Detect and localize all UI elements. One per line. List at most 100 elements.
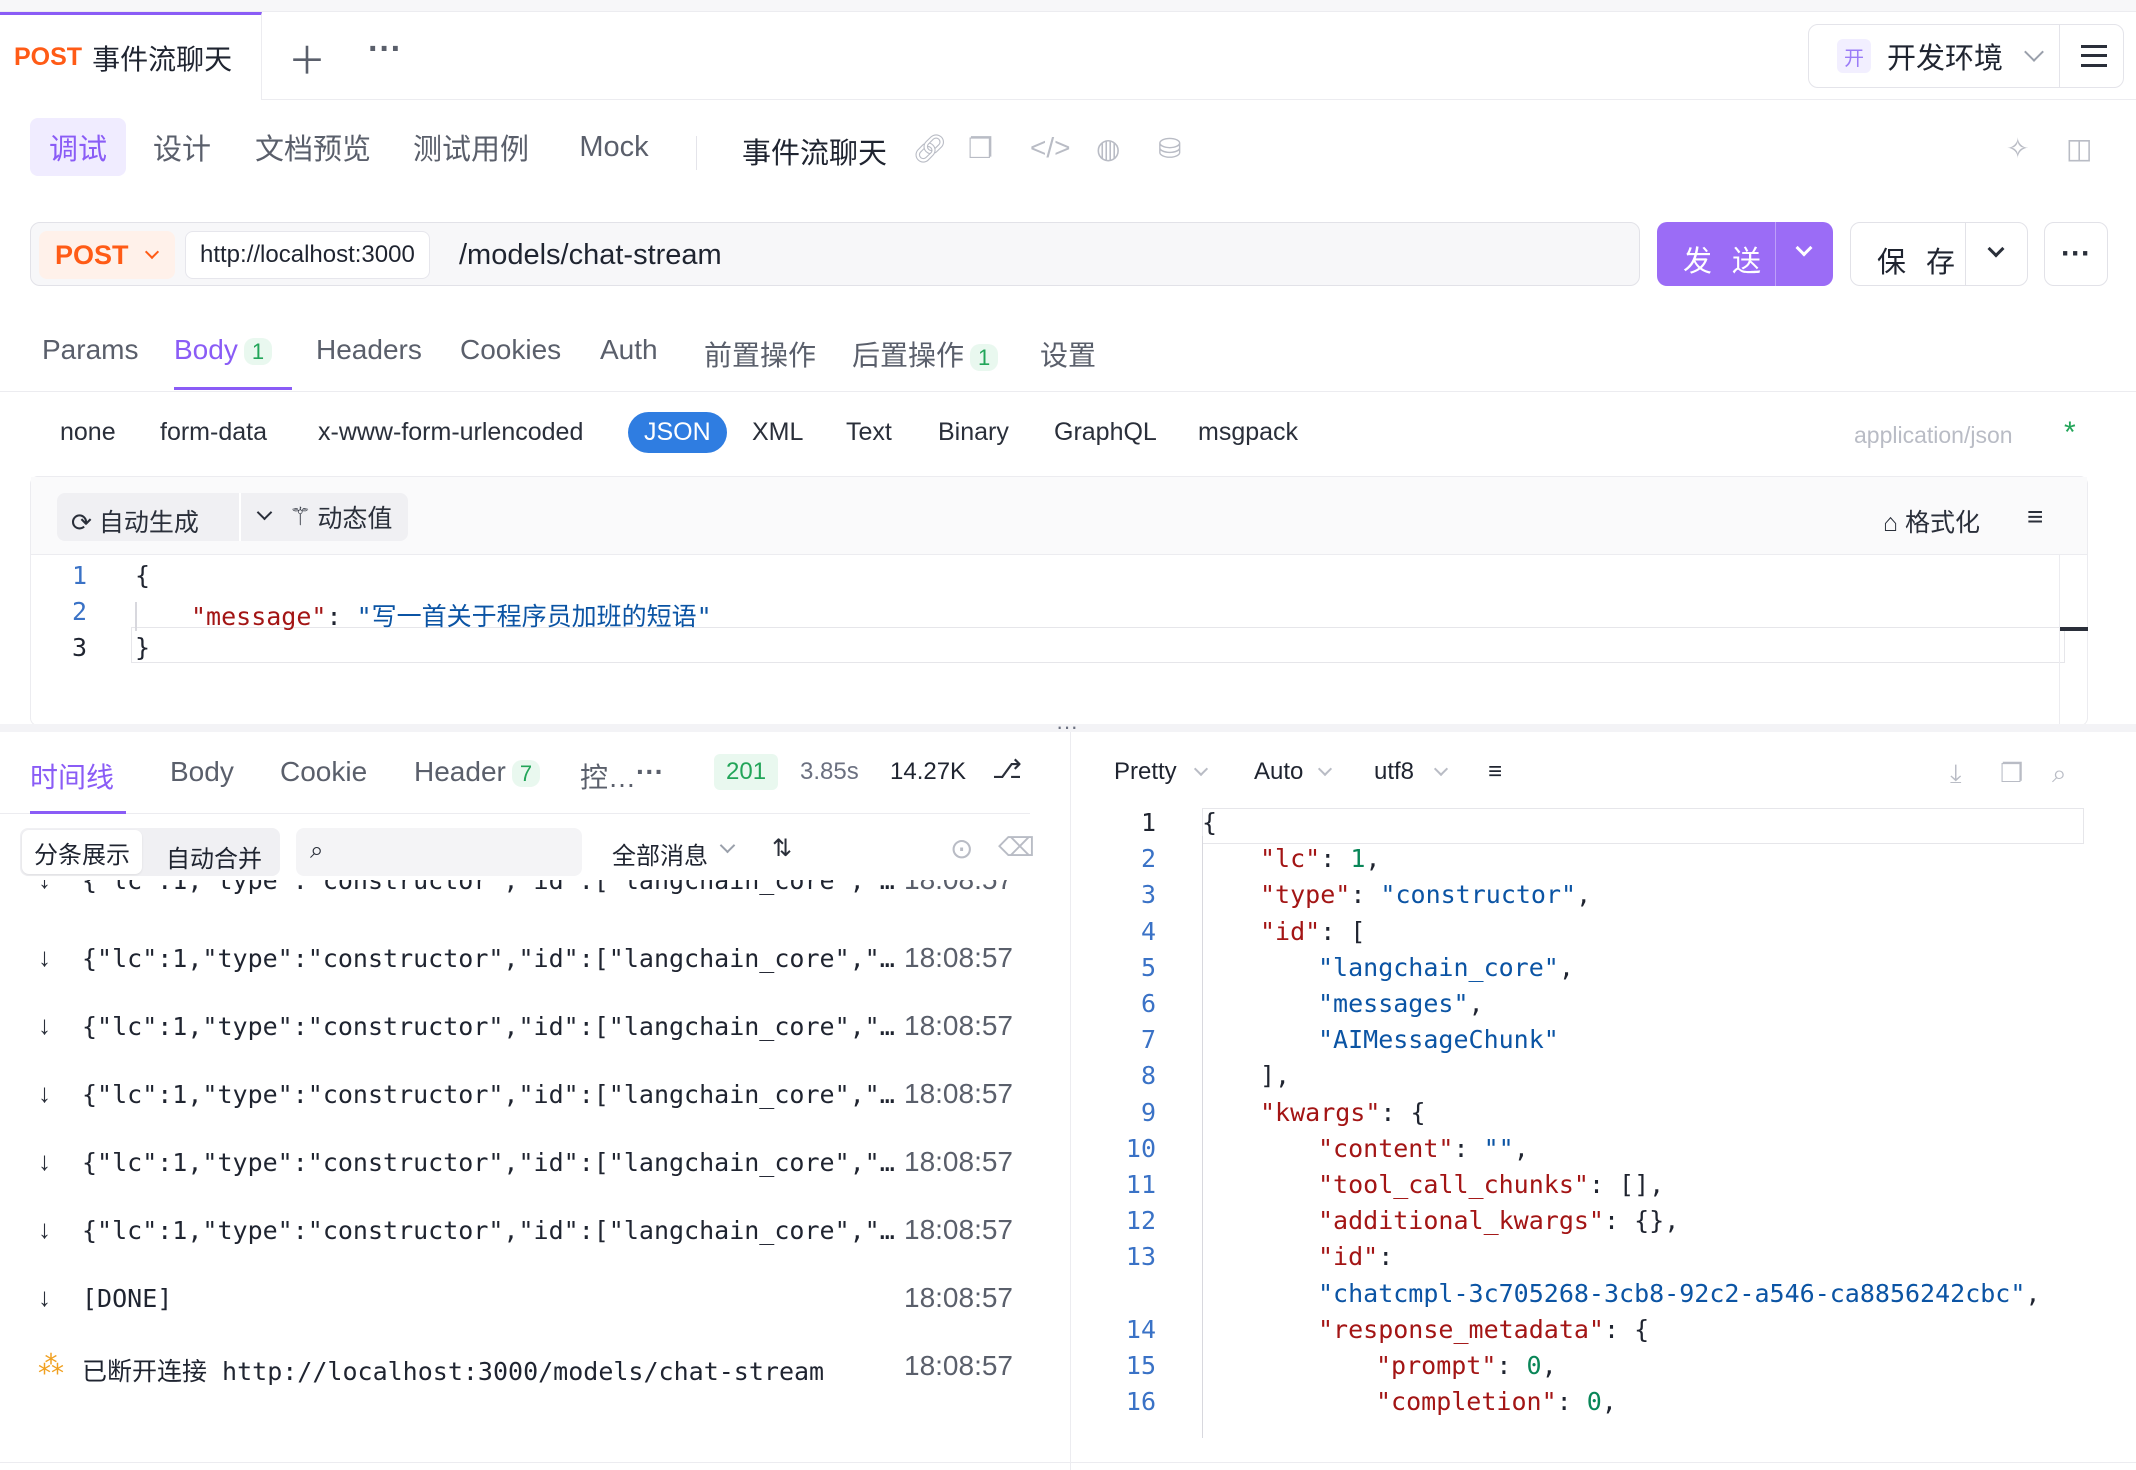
request-tab[interactable]: POST 事件流聊天 — [0, 12, 262, 100]
tab-headers[interactable]: Headers — [316, 334, 422, 390]
body-type-text[interactable]: Text — [846, 418, 892, 447]
dynamic-value-button[interactable]: ⚚ 动态值 — [273, 493, 409, 541]
scroll-top-icon[interactable]: ⊙ — [950, 832, 973, 865]
tab-post-actions-count: 1 — [970, 344, 999, 371]
message-filter-select[interactable]: 全部消息 — [612, 836, 708, 871]
body-type-form-data[interactable]: form-data — [160, 418, 267, 447]
body-type-binary[interactable]: Binary — [938, 418, 1009, 447]
copy-icon[interactable]: ❐ — [968, 132, 993, 165]
tab-cookies[interactable]: Cookies — [460, 334, 561, 390]
tab-doc-preview[interactable]: 文档预览 — [248, 118, 378, 176]
editor-scrollbar[interactable] — [2059, 555, 2088, 727]
indent-guide — [1202, 836, 1203, 1438]
body-type-none[interactable]: none — [60, 418, 116, 447]
download-icon[interactable]: ⤓ — [1950, 758, 1962, 790]
tab-design[interactable]: 设计 — [134, 118, 230, 176]
panel-splitter[interactable]: ··· — [0, 714, 2136, 739]
encoding-select[interactable]: utf8 — [1374, 758, 1414, 786]
timeline-search-input[interactable]: ⌕ — [296, 828, 582, 876]
vertical-divider[interactable] — [1070, 732, 1071, 1470]
share-icon[interactable]: ⎇ — [992, 754, 1022, 785]
line-number: 1 — [1140, 808, 1156, 837]
globe-icon[interactable]: ◍ — [1096, 132, 1120, 165]
tab-resp-header[interactable]: Header 7 — [414, 756, 541, 814]
path-input[interactable] — [459, 231, 1619, 279]
mode-select[interactable]: Auto — [1254, 758, 1303, 786]
tab-debug[interactable]: 调试 — [30, 118, 126, 176]
auto-generate-button[interactable]: ⟳ 自动生成 — [57, 493, 289, 541]
line-number: 4 — [1140, 916, 1156, 946]
tab-resp-body[interactable]: Body — [170, 756, 234, 814]
line-number: 14 — [1125, 1314, 1156, 1344]
list-item[interactable]: ↓ {"lc":1,"type":"constructor","id":["la… — [20, 1210, 1030, 1250]
tab-auth[interactable]: Auth — [600, 334, 658, 390]
list-item[interactable]: ↓ {"lc":1,"type":"constructor","id":["la… — [20, 1142, 1030, 1182]
environment-selector[interactable]: 开 开发环境 — [1808, 24, 2124, 88]
timeline-event-list[interactable]: ↓ {"lc":1,"type":"constructor","id":["la… — [20, 880, 1040, 1440]
sidebar-toggle-icon[interactable]: ◫ — [2066, 132, 2092, 165]
list-item[interactable]: ↓ {"lc":1,"type":"constructor","id":["la… — [20, 1006, 1030, 1046]
body-type-urlencoded[interactable]: x-www-form-urlencoded — [318, 418, 583, 447]
tab-settings[interactable]: 设置 — [1040, 334, 1096, 390]
body-type-json[interactable]: JSON — [628, 412, 727, 453]
ai-sparkle-icon[interactable]: ✧ — [2006, 132, 2029, 165]
env-badge: 开 — [1837, 39, 1871, 73]
sort-icon[interactable]: ⇅ — [772, 834, 792, 863]
tab-test-cases[interactable]: 测试用例 — [406, 118, 536, 176]
more-tabs-icon[interactable]: ··· — [636, 756, 664, 814]
tab-mock[interactable]: Mock — [564, 118, 664, 176]
format-button[interactable]: ⌂ 格式化 — [1883, 503, 1980, 539]
send-dropdown[interactable] — [1775, 222, 1833, 286]
scroll-thumb[interactable] — [2060, 627, 2088, 631]
tab-pre-actions[interactable]: 前置操作 — [704, 334, 816, 390]
more-tabs-icon[interactable]: ··· — [368, 30, 402, 69]
save-dropdown[interactable] — [1965, 223, 2029, 285]
drag-handle-icon[interactable]: ··· — [1056, 714, 1078, 740]
more-options-button[interactable]: ··· — [2044, 222, 2108, 286]
tab-post-actions[interactable]: 后置操作 1 — [852, 334, 999, 390]
base-url-chip[interactable]: http://localhost:3000 — [185, 231, 430, 279]
response-json-viewer[interactable]: 1 {2 "lc": 1, 3 "type": "constructor", 4 "id":… — [1090, 808, 2090, 1438]
format-select[interactable]: Pretty — [1114, 758, 1177, 786]
word-wrap-icon[interactable]: ≡ — [2027, 501, 2043, 533]
database-icon[interactable]: ⛁ — [1158, 132, 1181, 165]
divider — [2059, 25, 2060, 87]
url-bar: POST http://localhost:3000 — [30, 222, 1640, 286]
list-item[interactable]: ⁂ 已断开连接 http://localhost:3000/models/cha… — [20, 1346, 1030, 1386]
body-type-msgpack[interactable]: msgpack — [1198, 418, 1298, 447]
line-number: 5 — [1140, 952, 1156, 982]
send-button[interactable]: 发 送 — [1657, 222, 1833, 286]
list-item[interactable]: ↓ [DONE] 18:08:57 — [20, 1278, 1030, 1318]
json-line: "prompt": 0, — [1376, 1351, 1557, 1380]
method-select[interactable]: POST — [39, 231, 175, 279]
content-type-label[interactable]: application/json — [1854, 422, 2013, 449]
menu-icon[interactable] — [2081, 45, 2107, 67]
tab-resp-cookie[interactable]: Cookie — [280, 756, 367, 814]
save-button[interactable]: 保 存 — [1850, 222, 2028, 286]
link-icon[interactable]: 🔗︎ — [912, 132, 948, 165]
tab-body[interactable]: Body 1 — [174, 334, 292, 390]
new-tab-plus-icon[interactable]: ＋ — [288, 30, 326, 85]
list-item[interactable]: ↓ {"lc":1,"type":"constructor","id":["la… — [20, 938, 1030, 978]
clear-icon[interactable]: ⌫ — [998, 832, 1035, 863]
tab-params[interactable]: Params — [42, 334, 138, 390]
arrow-down-icon: ↓ — [38, 880, 51, 895]
merge-view-option[interactable]: 自动合并 — [166, 839, 262, 874]
body-type-graphql[interactable]: GraphQL — [1054, 418, 1157, 447]
tab-timeline[interactable]: 时间线 — [30, 756, 126, 814]
line-number: 8 — [1140, 1061, 1156, 1091]
body-editor[interactable]: ⟳ 自动生成 ⚚ 动态值 ⌂ 格式化 ≡ 1 2 3 { "message": "… — [30, 476, 2088, 727]
search-icon[interactable]: ⌕ — [2052, 758, 2067, 790]
word-wrap-icon[interactable]: ≡ — [1488, 758, 1502, 786]
body-type-xml[interactable]: XML — [752, 418, 803, 447]
line-number: 16 — [1125, 1387, 1156, 1417]
code-icon[interactable]: </> — [1030, 132, 1070, 164]
list-item[interactable]: ↓ {"lc":1,"type":"constructor","id":["la… — [20, 880, 1030, 900]
list-item[interactable]: ↓ {"lc":1,"type":"constructor","id":["la… — [20, 1074, 1030, 1114]
arrow-down-icon: ↓ — [38, 1146, 51, 1176]
split-view-option[interactable]: 分条展示 — [22, 830, 142, 874]
response-size: 14.27K — [890, 758, 967, 785]
chevron-down-icon — [1795, 239, 1813, 257]
tab-resp-console[interactable]: 控… — [580, 756, 636, 814]
copy-icon[interactable]: ❐ — [2000, 758, 2023, 789]
